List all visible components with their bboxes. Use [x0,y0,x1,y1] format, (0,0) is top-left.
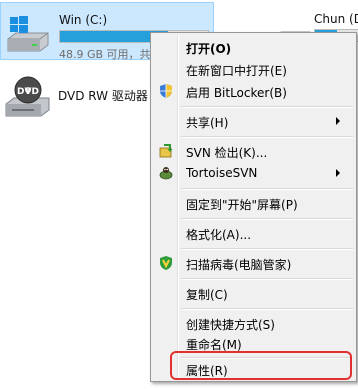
menu-separator [181,248,353,250]
menu-separator [181,188,353,190]
menu-item-format[interactable]: 格式化(A)... [153,222,354,244]
properties-highlight-box [170,351,352,380]
drive-c-name: Win (C:) [59,13,108,27]
menu-item-pin-start[interactable]: 固定到"开始"屏幕(P) [153,192,354,214]
windows-drive-icon [7,16,49,52]
menu-item-copy[interactable]: 复制(C) [153,282,354,304]
menu-item-tortoise-svn[interactable]: TortoiseSVN [153,162,354,184]
menu-item-format-label: 格式化(A)... [186,228,252,242]
menu-item-svn-checkout[interactable]: SVN 检出(K)... [153,140,354,162]
explorer-drives-view: Win (C:) 48.9 GB 可用，共 Chun (D: DVD DVD R… [0,0,358,389]
submenu-arrow-icon [336,117,340,125]
menu-item-scan-virus[interactable]: 扫描病毒(电脑管家) [153,252,354,274]
drive-d-name: Chun (D: [314,12,358,26]
menu-item-create-shortcut-label: 创建快捷方式(S) [186,318,275,332]
menu-item-share-label: 共享(H) [186,116,229,130]
svn-checkout-icon [159,144,173,158]
menu-item-tortoise-svn-label: TortoiseSVN [186,166,258,180]
drive-c-free-space: 48.9 GB 可用，共 [59,48,151,61]
menu-item-share[interactable]: 共享(H) [153,110,354,132]
menu-separator [181,136,353,138]
menu-item-open-new-window[interactable]: 在新窗口中打开(E) [153,58,354,80]
menu-item-bitlocker-label: 启用 BitLocker(B) [186,86,287,100]
menu-item-open[interactable]: 打开(O) [153,36,354,58]
menu-item-copy-label: 复制(C) [186,288,228,302]
menu-item-pin-start-label: 固定到"开始"屏幕(P) [186,198,298,212]
submenu-arrow-icon [336,169,340,177]
menu-separator [181,278,353,280]
menu-item-scan-virus-label: 扫描病毒(电脑管家) [186,258,292,272]
context-menu: 打开(O) 在新窗口中打开(E) 启用 BitLocker(B) 共享(H) S… [150,32,357,382]
tortoise-svn-icon [159,167,173,180]
menu-item-open-label: 打开(O) [186,42,232,56]
dvd-drive-tile[interactable]: DVD DVD RW 驱动器 [0,70,160,120]
svg-text:DVD: DVD [17,87,39,97]
menu-separator [181,218,353,220]
menu-separator [181,106,353,108]
antivirus-shield-icon [160,256,172,270]
menu-separator [181,308,353,310]
menu-item-bitlocker[interactable]: 启用 BitLocker(B) [153,80,354,102]
menu-item-svn-checkout-label: SVN 检出(K)... [186,146,268,160]
menu-item-open-new-window-label: 在新窗口中打开(E) [186,64,287,78]
dvd-drive-name: DVD RW 驱动器 [58,89,148,103]
menu-item-create-shortcut[interactable]: 创建快捷方式(S) [153,312,354,334]
shield-icon [160,84,172,98]
dvd-drive-icon: DVD [5,76,50,117]
